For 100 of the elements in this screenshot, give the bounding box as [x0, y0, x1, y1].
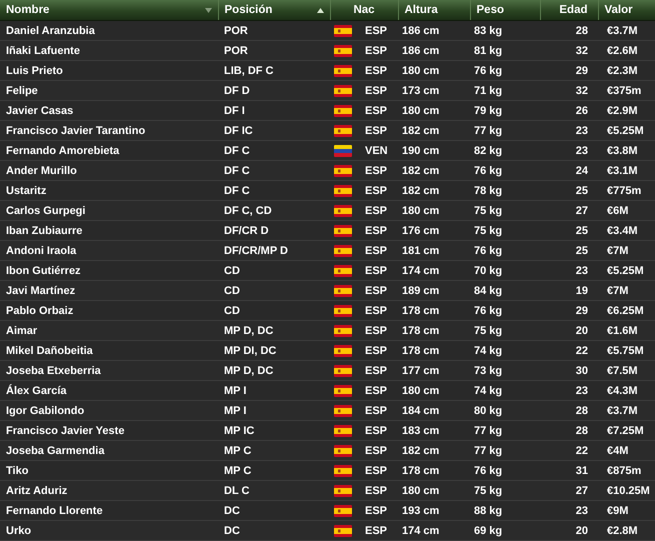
nationality-code: ESP: [365, 164, 388, 176]
player-name: Joseba Etxeberria: [6, 364, 101, 376]
value-text: €4M: [607, 444, 628, 456]
value-text: €6M: [607, 204, 628, 216]
position-text: CD: [224, 264, 240, 276]
weight-text: 83 kg: [474, 24, 502, 36]
age-text: 32: [576, 44, 588, 56]
position-text: CD: [224, 304, 240, 316]
nationality-code: ESP: [365, 524, 388, 536]
weight-text: 75 kg: [474, 484, 502, 496]
height-text: 180 cm: [402, 384, 440, 396]
value-text: €3.4M: [607, 224, 638, 236]
height-text: 180 cm: [402, 104, 440, 116]
height-text: 178 cm: [402, 344, 440, 356]
age-text: 25: [576, 224, 588, 236]
column-header[interactable]: Nac: [353, 4, 375, 16]
value-text: €3.7M: [607, 24, 638, 36]
height-text: 176 cm: [402, 224, 440, 236]
age-text: 23: [576, 124, 588, 136]
position-text: CD: [224, 284, 240, 296]
player-name: Fernando Llorente: [6, 504, 103, 516]
weight-text: 76 kg: [474, 164, 502, 176]
height-text: 177 cm: [402, 364, 440, 376]
nationality-code: ESP: [365, 424, 388, 436]
age-text: 19: [576, 284, 588, 296]
weight-text: 75 kg: [474, 324, 502, 336]
position-text: DF IC: [224, 124, 253, 136]
age-text: 28: [576, 404, 588, 416]
height-text: 186 cm: [402, 44, 440, 56]
nationality-code: ESP: [365, 384, 388, 396]
age-text: 26: [576, 104, 588, 116]
nationality-code: ESP: [365, 184, 388, 196]
weight-text: 69 kg: [474, 524, 502, 536]
height-text: 190 cm: [402, 144, 440, 156]
age-text: 25: [576, 184, 588, 196]
nationality-code: ESP: [365, 504, 388, 516]
height-text: 174 cm: [402, 264, 440, 276]
value-text: €875m: [607, 464, 642, 476]
player-name: Andoni Iraola: [6, 244, 76, 256]
weight-text: 84 kg: [474, 284, 502, 296]
height-text: 178 cm: [402, 464, 440, 476]
age-text: 23: [576, 144, 588, 156]
value-text: €7M: [607, 244, 628, 256]
position-text: DF/CR/MP D: [224, 244, 288, 256]
weight-text: 75 kg: [474, 224, 502, 236]
position-text: DF D: [224, 84, 250, 96]
weight-text: 71 kg: [474, 84, 502, 96]
position-text: DF C: [224, 184, 250, 196]
value-text: €3.1M: [607, 164, 638, 176]
age-text: 22: [576, 344, 588, 356]
value-text: €6.25M: [607, 304, 644, 316]
position-text: MP DI, DC: [224, 344, 276, 356]
player-name: Javi Martínez: [6, 284, 76, 296]
position-text: DC: [224, 504, 240, 516]
age-text: 29: [576, 304, 588, 316]
player-name: Mikel Dañobeitia: [6, 344, 93, 356]
player-name: Urko: [6, 524, 32, 536]
sort-ascending-icon[interactable]: [316, 8, 324, 12]
value-text: €7.5M: [607, 364, 638, 376]
position-text: DL C: [224, 484, 250, 496]
age-text: 20: [576, 524, 588, 536]
age-text: 30: [576, 364, 588, 376]
position-text: MP I: [224, 404, 246, 416]
age-text: 25: [576, 244, 588, 256]
position-text: DF C, CD: [224, 204, 272, 216]
player-name: Tiko: [6, 464, 28, 476]
player-name: Felipe: [6, 84, 38, 96]
player-name: Pablo Orbaiz: [6, 304, 74, 316]
position-text: MP D, DC: [224, 364, 274, 376]
player-name: Igor Gabilondo: [6, 404, 84, 416]
age-text: 28: [576, 24, 588, 36]
age-text: 27: [576, 204, 588, 216]
position-text: DF C: [224, 164, 250, 176]
value-text: €2.6M: [607, 44, 638, 56]
sort-descending-icon[interactable]: [204, 8, 212, 12]
player-name: Javier Casas: [6, 104, 74, 116]
column-header[interactable]: Nombre: [6, 4, 50, 16]
nationality-code: ESP: [365, 464, 388, 476]
nationality-code: ESP: [365, 24, 388, 36]
age-text: 20: [576, 324, 588, 336]
age-text: 27: [576, 484, 588, 496]
height-text: 178 cm: [402, 324, 440, 336]
value-text: €7.25M: [607, 424, 644, 436]
position-text: DF C: [224, 144, 250, 156]
age-text: 22: [576, 444, 588, 456]
age-text: 23: [576, 384, 588, 396]
value-text: €3.8M: [607, 144, 638, 156]
value-text: €3.7M: [607, 404, 638, 416]
age-text: 29: [576, 64, 588, 76]
position-text: LIB, DF C: [224, 64, 274, 76]
player-name: Daniel Aranzubia: [6, 24, 95, 36]
height-text: 189 cm: [402, 284, 440, 296]
player-name: Aritz Aduriz: [6, 484, 68, 496]
value-text: €4.3M: [607, 384, 638, 396]
weight-text: 73 kg: [474, 364, 502, 376]
position-text: POR: [224, 24, 248, 36]
nationality-code: ESP: [365, 64, 388, 76]
position-text: DF/CR D: [224, 224, 269, 236]
value-text: €5.25M: [607, 264, 644, 276]
player-name: Francisco Javier Yeste: [6, 424, 124, 436]
